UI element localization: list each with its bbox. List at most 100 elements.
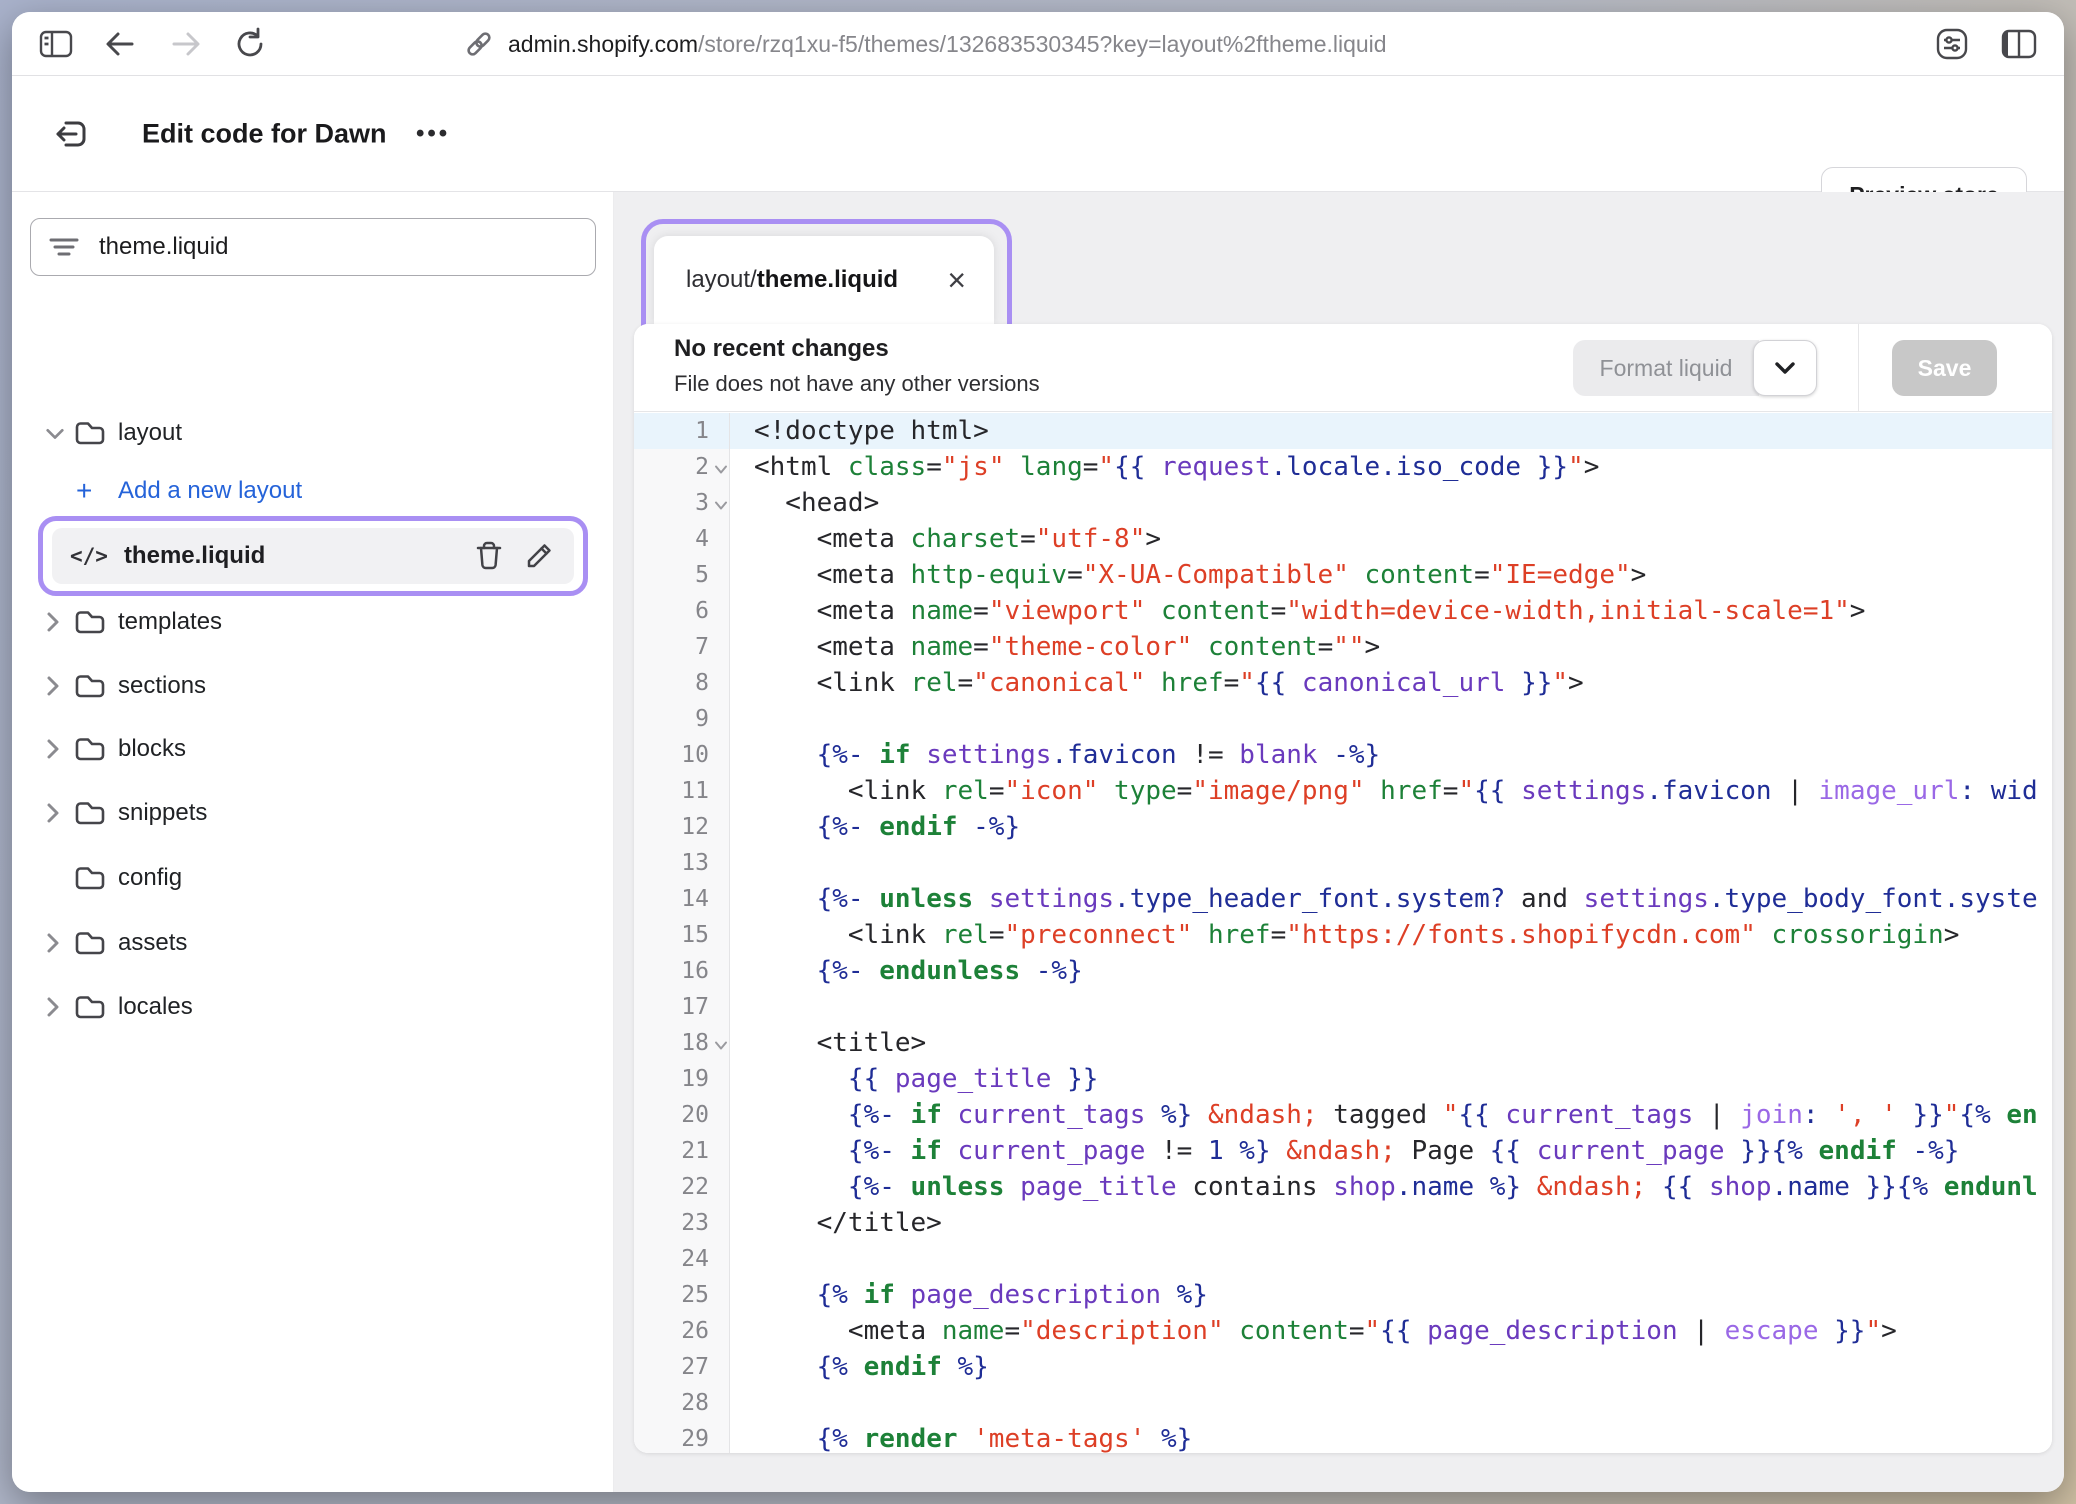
code-line[interactable]: 22 {%- unless page_title contains shop.n… — [634, 1169, 2052, 1205]
back-icon[interactable] — [104, 30, 136, 58]
sidebar-item-layout[interactable]: layout — [12, 409, 613, 457]
line-number: 10 — [634, 737, 730, 773]
code-line[interactable]: 11 <link rel="icon" type="image/png" hre… — [634, 773, 2052, 809]
overflow-menu-icon[interactable]: ••• — [416, 120, 450, 148]
code-line[interactable]: 6 <meta name="viewport" content="width=d… — [634, 593, 2052, 629]
code-text — [730, 989, 2052, 1025]
sidebar-item-theme-liquid[interactable]: </>theme.liquid — [52, 528, 574, 584]
split-view-icon[interactable] — [2000, 28, 2038, 60]
address-bar[interactable]: admin.shopify.com/store/rzq1xu-f5/themes… — [464, 12, 1387, 76]
code-editor[interactable]: 1<!doctype html>2<html class="js" lang="… — [634, 413, 2052, 1453]
sidebar-item-assets[interactable]: assets — [12, 919, 613, 967]
add-new-layout-link[interactable]: +Add a new layout — [12, 467, 613, 515]
code-text — [730, 845, 2052, 881]
code-line[interactable]: 8 <link rel="canonical" href="{{ canonic… — [634, 665, 2052, 701]
file-search[interactable] — [30, 218, 596, 276]
code-line[interactable]: 7 <meta name="theme-color" content=""> — [634, 629, 2052, 665]
save-button[interactable]: Save — [1892, 340, 1997, 396]
code-line[interactable]: 14 {%- unless settings.type_header_font.… — [634, 881, 2052, 917]
code-text: {%- endif -%} — [730, 809, 2052, 845]
code-line[interactable]: 3 <head> — [634, 485, 2052, 521]
code-line[interactable]: 26 <meta name="description" content="{{ … — [634, 1313, 2052, 1349]
sidebar-item-blocks[interactable]: blocks — [12, 725, 613, 773]
plus-icon: + — [76, 475, 92, 507]
line-number: 15 — [634, 917, 730, 953]
code-text: <title> — [730, 1025, 2052, 1061]
tab-theme-liquid[interactable]: layout/theme.liquid × — [654, 236, 994, 324]
format-liquid-label[interactable]: Format liquid — [1573, 340, 1759, 396]
code-line[interactable]: 17 — [634, 989, 2052, 1025]
code-text: <meta name="viewport" content="width=dev… — [730, 593, 2052, 629]
code-line[interactable]: 5 <meta http-equiv="X-UA-Compatible" con… — [634, 557, 2052, 593]
code-line[interactable]: 16 {%- endunless -%} — [634, 953, 2052, 989]
line-number: 28 — [634, 1385, 730, 1421]
chevron-right-icon[interactable] — [45, 738, 65, 760]
code-line[interactable]: 21 {%- if current_page != 1 %} &ndash; P… — [634, 1133, 2052, 1169]
code-text: {%- if settings.favicon != blank -%} — [730, 737, 2052, 773]
code-line[interactable]: 27 {% endif %} — [634, 1349, 2052, 1385]
code-line[interactable]: 1<!doctype html> — [634, 413, 2052, 449]
browser-window: admin.shopify.com/store/rzq1xu-f5/themes… — [12, 12, 2064, 1492]
code-text: <html class="js" lang="{{ request.locale… — [730, 449, 2052, 485]
code-line[interactable]: 4 <meta charset="utf-8"> — [634, 521, 2052, 557]
chevron-down-icon[interactable] — [45, 426, 65, 441]
code-text: <meta http-equiv="X-UA-Compatible" conte… — [730, 557, 2052, 593]
code-text: {% if page_description %} — [730, 1277, 2052, 1313]
exit-icon[interactable] — [52, 114, 92, 154]
forward-icon[interactable] — [170, 30, 202, 58]
delete-file-icon[interactable] — [472, 539, 506, 573]
code-line[interactable]: 10 {%- if settings.favicon != blank -%} — [634, 737, 2052, 773]
chevron-right-icon[interactable] — [45, 802, 65, 824]
code-text: {% render 'meta-tags' %} — [730, 1421, 2052, 1453]
search-input[interactable] — [99, 233, 577, 261]
link-icon — [464, 29, 494, 59]
chevron-right-icon[interactable] — [45, 611, 65, 633]
chevron-right-icon[interactable] — [45, 932, 65, 954]
code-text: {% endif %} — [730, 1349, 2052, 1385]
sidebar-item-sections[interactable]: sections — [12, 662, 613, 710]
sidebar-toggle-icon[interactable] — [38, 28, 74, 60]
sidebar-item-locales[interactable]: locales — [12, 983, 613, 1031]
code-text — [730, 1385, 2052, 1421]
sidebar-item-snippets[interactable]: snippets — [12, 789, 613, 837]
line-number: 26 — [634, 1313, 730, 1349]
code-line[interactable]: 12 {%- endif -%} — [634, 809, 2052, 845]
code-line[interactable]: 20 {%- if current_tags %} &ndash; tagged… — [634, 1097, 2052, 1133]
line-number: 6 — [634, 593, 730, 629]
line-number: 3 — [634, 485, 730, 521]
code-text: <link rel="preconnect" href="https://fon… — [730, 917, 2052, 953]
line-number: 16 — [634, 953, 730, 989]
line-number: 22 — [634, 1169, 730, 1205]
line-number: 17 — [634, 989, 730, 1025]
fold-arrow-icon[interactable] — [714, 459, 728, 478]
code-line[interactable]: 25 {% if page_description %} — [634, 1277, 2052, 1313]
code-line[interactable]: 19 {{ page_title }} — [634, 1061, 2052, 1097]
code-line[interactable]: 9 — [634, 701, 2052, 737]
reload-icon[interactable] — [234, 27, 266, 61]
code-line[interactable]: 13 — [634, 845, 2052, 881]
sidebar-item-config[interactable]: config — [12, 854, 613, 902]
code-line[interactable]: 23 </title> — [634, 1205, 2052, 1241]
version-status: No recent changes File does not have any… — [674, 335, 1040, 397]
line-number: 4 — [634, 521, 730, 557]
file-sidebar: layout +Add a new layout </>theme.liquid te… — [12, 192, 614, 1492]
rename-file-icon[interactable] — [522, 539, 556, 573]
format-dropdown-button[interactable] — [1753, 340, 1817, 396]
page-settings-icon[interactable] — [1934, 26, 1970, 62]
selected-file-highlight-ring: </>theme.liquid — [38, 516, 588, 596]
close-icon[interactable]: × — [947, 264, 966, 296]
fold-arrow-icon[interactable] — [714, 495, 728, 514]
code-text: {%- unless page_title contains shop.name… — [730, 1169, 2052, 1205]
code-line[interactable]: 2<html class="js" lang="{{ request.local… — [634, 449, 2052, 485]
code-line[interactable]: 29 {% render 'meta-tags' %} — [634, 1421, 2052, 1453]
fold-arrow-icon[interactable] — [714, 1035, 728, 1054]
code-line[interactable]: 28 — [634, 1385, 2052, 1421]
chevron-right-icon[interactable] — [45, 996, 65, 1018]
chevron-right-icon[interactable] — [45, 675, 65, 697]
line-number: 19 — [634, 1061, 730, 1097]
code-line[interactable]: 24 — [634, 1241, 2052, 1277]
status-title: No recent changes — [674, 335, 1040, 363]
code-line[interactable]: 18 <title> — [634, 1025, 2052, 1061]
code-line[interactable]: 15 <link rel="preconnect" href="https://… — [634, 917, 2052, 953]
sidebar-item-templates[interactable]: templates — [12, 598, 613, 646]
